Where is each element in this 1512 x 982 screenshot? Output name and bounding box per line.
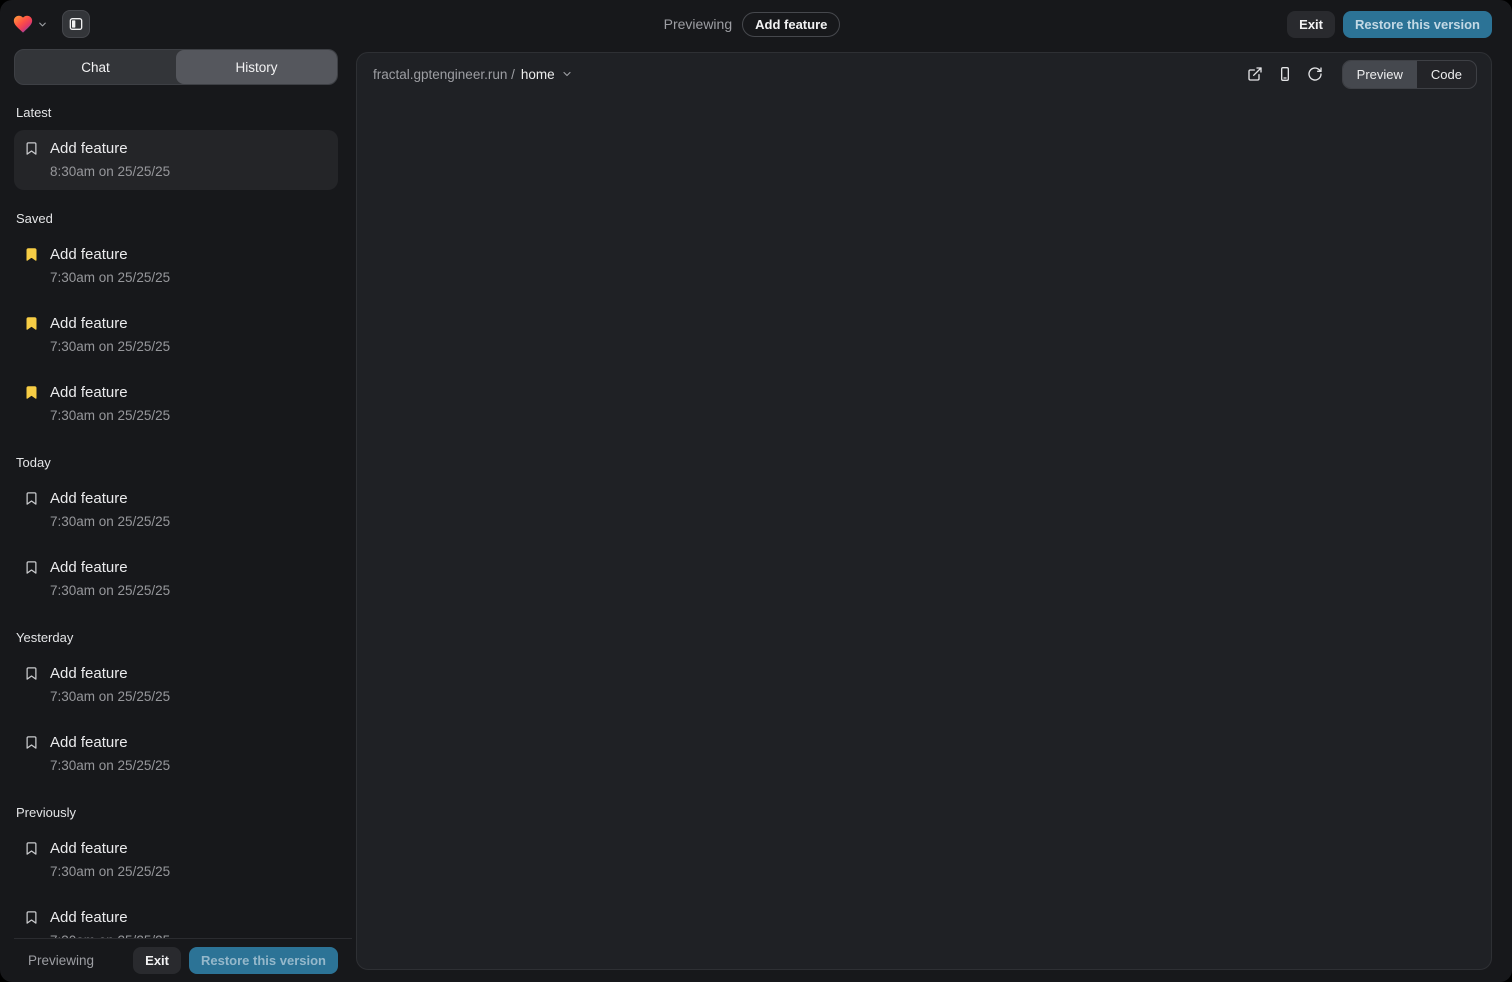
- preview-url-page: home: [521, 67, 555, 82]
- refresh-icon: [1307, 66, 1323, 82]
- history-item[interactable]: Add feature 8:30am on 25/25/25: [14, 130, 338, 190]
- history-item-title: Add feature: [50, 313, 170, 335]
- history-item-title: Add feature: [50, 732, 170, 754]
- bookmark-filled-icon[interactable]: [24, 247, 40, 288]
- history-item[interactable]: Add feature 7:30am on 25/25/25: [14, 899, 338, 938]
- bookmark-outline-icon[interactable]: [24, 910, 40, 938]
- topbar: Previewing Add feature Exit Restore this…: [0, 0, 1512, 48]
- lovable-heart-logo-icon: [12, 13, 34, 35]
- previewing-status-label: Previewing: [28, 953, 94, 968]
- history-item-time: 7:30am on 25/25/25: [50, 406, 170, 426]
- sidebar-toggle-button[interactable]: [62, 10, 90, 38]
- tab-history[interactable]: History: [176, 50, 337, 84]
- bookmark-outline-icon[interactable]: [24, 560, 40, 601]
- content-area: Chat History Latest Add feature 8:30am o…: [0, 48, 1512, 982]
- version-badge[interactable]: Add feature: [742, 12, 840, 37]
- preview-panel-header: fractal.gptengineer.run / home: [357, 53, 1491, 95]
- sidebar-tabs: Chat History: [14, 49, 338, 85]
- sidebar-footer: Previewing Exit Restore this version: [14, 938, 352, 982]
- history-item[interactable]: Add feature 7:30am on 25/25/25: [14, 374, 338, 434]
- preview-viewport[interactable]: [357, 95, 1491, 969]
- history-item[interactable]: Add feature 7:30am on 25/25/25: [14, 305, 338, 365]
- external-link-icon: [1247, 66, 1263, 82]
- open-in-new-tab-button[interactable]: [1242, 61, 1268, 87]
- history-item-time: 7:30am on 25/25/25: [50, 862, 170, 882]
- refresh-button[interactable]: [1302, 61, 1328, 87]
- history-item-title: Add feature: [50, 488, 170, 510]
- exit-button[interactable]: Exit: [133, 947, 181, 974]
- history-sidebar: Chat History Latest Add feature 8:30am o…: [0, 48, 352, 982]
- history-item-time: 8:30am on 25/25/25: [50, 162, 170, 182]
- history-item-title: Add feature: [50, 907, 170, 929]
- restore-version-button[interactable]: Restore this version: [189, 947, 338, 974]
- history-item-time: 7:30am on 25/25/25: [50, 931, 170, 938]
- app-window: Previewing Add feature Exit Restore this…: [0, 0, 1512, 982]
- history-item-title: Add feature: [50, 382, 170, 404]
- bookmark-outline-icon[interactable]: [24, 841, 40, 882]
- history-item[interactable]: Add feature 7:30am on 25/25/25: [14, 830, 338, 890]
- bookmark-filled-icon[interactable]: [24, 385, 40, 426]
- chevron-down-icon: [561, 68, 573, 80]
- mobile-preview-icon: [1277, 66, 1293, 82]
- history-item[interactable]: Add feature 7:30am on 25/25/25: [14, 724, 338, 784]
- previewing-status-label: Previewing: [664, 16, 732, 32]
- tab-code[interactable]: Code: [1417, 61, 1476, 88]
- bookmark-outline-icon[interactable]: [24, 666, 40, 707]
- restore-version-button[interactable]: Restore this version: [1343, 11, 1492, 38]
- history-item-time: 7:30am on 25/25/25: [50, 337, 170, 357]
- section-title-today: Today: [14, 443, 338, 480]
- history-item-title: Add feature: [50, 663, 170, 685]
- bookmark-outline-icon[interactable]: [24, 735, 40, 776]
- history-item[interactable]: Add feature 7:30am on 25/25/25: [14, 655, 338, 715]
- section-title-yesterday: Yesterday: [14, 618, 338, 655]
- history-item-time: 7:30am on 25/25/25: [50, 687, 170, 707]
- history-item-time: 7:30am on 25/25/25: [50, 268, 170, 288]
- history-item-title: Add feature: [50, 557, 170, 579]
- history-item[interactable]: Add feature 7:30am on 25/25/25: [14, 236, 338, 296]
- history-item[interactable]: Add feature 7:30am on 25/25/25: [14, 480, 338, 540]
- bookmark-filled-icon[interactable]: [24, 316, 40, 357]
- workspace-menu[interactable]: [12, 13, 48, 35]
- history-item-time: 7:30am on 25/25/25: [50, 512, 170, 532]
- history-item-time: 7:30am on 25/25/25: [50, 581, 170, 601]
- history-item-title: Add feature: [50, 244, 170, 266]
- panel-left-icon: [68, 16, 84, 32]
- preview-panel: fractal.gptengineer.run / home: [356, 52, 1492, 970]
- tab-preview[interactable]: Preview: [1343, 61, 1417, 88]
- chevron-down-icon: [37, 19, 48, 30]
- tab-chat[interactable]: Chat: [15, 50, 176, 84]
- mobile-preview-button[interactable]: [1272, 61, 1298, 87]
- bookmark-outline-icon[interactable]: [24, 141, 40, 182]
- route-selector[interactable]: fractal.gptengineer.run / home: [373, 67, 573, 82]
- history-list[interactable]: Latest Add feature 8:30am on 25/25/25 Sa…: [14, 91, 352, 938]
- history-item-title: Add feature: [50, 838, 170, 860]
- history-item-time: 7:30am on 25/25/25: [50, 756, 170, 776]
- section-title-saved: Saved: [14, 199, 338, 236]
- section-title-latest: Latest: [14, 93, 338, 130]
- history-item[interactable]: Add feature 7:30am on 25/25/25: [14, 549, 338, 609]
- bookmark-outline-icon[interactable]: [24, 491, 40, 532]
- history-item-title: Add feature: [50, 138, 170, 160]
- preview-url-prefix: fractal.gptengineer.run /: [373, 67, 515, 82]
- exit-button[interactable]: Exit: [1287, 11, 1335, 38]
- section-title-previously: Previously: [14, 793, 338, 830]
- view-toggle: Preview Code: [1342, 60, 1477, 89]
